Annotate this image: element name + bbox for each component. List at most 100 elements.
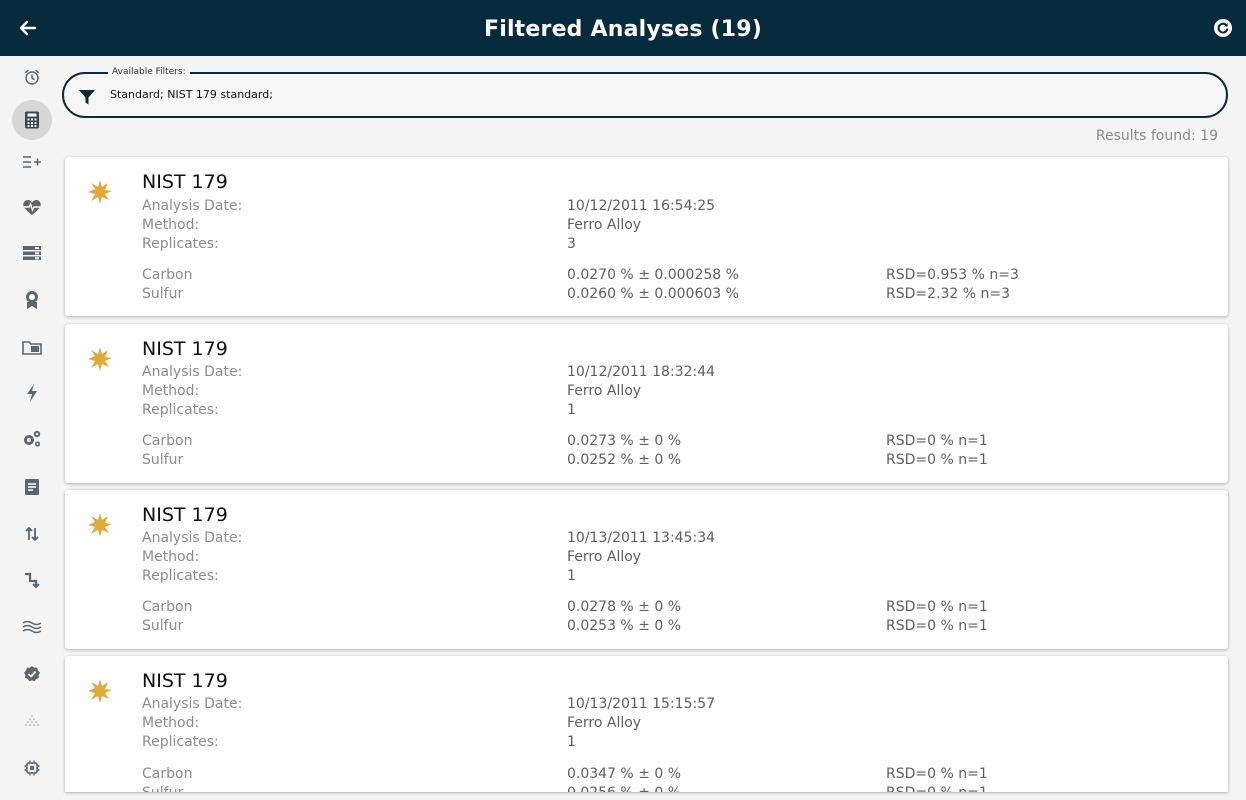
analysis-card[interactable]: NIST 179 Analysis Date: Method: Replicat… xyxy=(65,490,1228,649)
replicates-value: 1 xyxy=(567,402,576,418)
analysis-date-label: Analysis Date: xyxy=(142,696,243,712)
sidebar-item-server[interactable] xyxy=(12,234,52,272)
sidebar-item-award[interactable] xyxy=(12,281,52,319)
award-ribbon-icon xyxy=(26,291,38,309)
element-carbon-value: 0.0347 % ± 0 % xyxy=(567,766,682,782)
filter-value: Standard; NIST 179 standard; xyxy=(110,88,273,101)
standard-name: NIST 179 xyxy=(142,670,228,692)
refresh-button[interactable] xyxy=(1212,17,1234,39)
sidebar-item-transfer[interactable] xyxy=(12,515,52,553)
results-count: Results found: 19 xyxy=(1095,128,1218,144)
element-sulfur-value: 0.0253 % ± 0 % xyxy=(567,618,682,634)
sidebar-item-health[interactable] xyxy=(12,188,52,226)
element-carbon-rsd: RSD=0 % n=1 xyxy=(886,766,988,782)
sidebar-item-report[interactable] xyxy=(12,468,52,506)
analysis-date-value: 10/12/2011 16:54:25 xyxy=(567,198,716,214)
standard-name: NIST 179 xyxy=(142,171,228,193)
element-sulfur-label: Sulfur xyxy=(142,286,184,302)
analysis-card[interactable]: NIST 179 Analysis Date: Method: Replicat… xyxy=(65,324,1228,483)
element-carbon-label: Carbon xyxy=(142,433,193,449)
standard-star-icon xyxy=(88,679,112,703)
method-label: Method: xyxy=(142,383,200,399)
element-carbon-rsd: RSD=0 % n=1 xyxy=(886,599,988,615)
check-badge-icon xyxy=(24,666,40,682)
replicates-label: Replicates: xyxy=(142,568,219,584)
analysis-date-value: 10/12/2011 18:32:44 xyxy=(567,364,716,380)
heart-pulse-icon xyxy=(23,199,41,215)
element-sulfur-rsd: RSD=2.32 % n=3 xyxy=(886,286,1011,302)
standard-star-icon xyxy=(88,180,112,204)
filter-funnel-icon[interactable] xyxy=(78,88,96,106)
method-value: Ferro Alloy xyxy=(567,715,642,731)
replicates-value: 3 xyxy=(567,236,576,252)
gears-icon xyxy=(24,430,41,447)
analysis-date-label: Analysis Date: xyxy=(142,364,243,380)
dotted-triangle-icon xyxy=(25,715,39,726)
standard-name: NIST 179 xyxy=(142,504,228,526)
element-carbon-rsd: RSD=0 % n=1 xyxy=(886,433,988,449)
server-rack-icon xyxy=(23,246,41,260)
calculator-icon xyxy=(25,111,39,129)
sort-arrows-icon xyxy=(25,526,39,542)
analysis-date-label: Analysis Date: xyxy=(142,198,243,214)
sidebar-item-power[interactable] xyxy=(12,374,52,412)
element-carbon-rsd: RSD=0.953 % n=3 xyxy=(886,267,1019,283)
method-value: Ferro Alloy xyxy=(567,549,642,565)
element-sulfur-rsd: RSD=0 % n=1 xyxy=(886,452,988,468)
element-carbon-label: Carbon xyxy=(142,766,193,782)
method-label: Method: xyxy=(142,715,200,731)
document-icon xyxy=(25,479,39,495)
element-carbon-value: 0.0278 % ± 0 % xyxy=(567,599,682,615)
replicates-value: 1 xyxy=(567,734,576,750)
element-sulfur-rsd: RSD=0 % n=1 xyxy=(886,618,988,634)
analysis-card[interactable]: NIST 179 Analysis Date: Method: Replicat… xyxy=(65,656,1228,792)
analysis-date-value: 10/13/2011 15:15:57 xyxy=(567,696,716,712)
filter-field[interactable]: Available Filters: Standard; NIST 179 st… xyxy=(62,66,1228,118)
filter-legend: Available Filters: xyxy=(108,66,190,78)
list-add-icon xyxy=(23,156,41,168)
replicates-value: 1 xyxy=(567,568,576,584)
element-carbon-label: Carbon xyxy=(142,599,193,615)
sidebar-item-verified[interactable] xyxy=(12,655,52,693)
replicates-label: Replicates: xyxy=(142,402,219,418)
element-carbon-value: 0.0270 % ± 0.000258 % xyxy=(567,267,739,283)
element-sulfur-label: Sulfur xyxy=(142,452,184,468)
element-carbon-value: 0.0273 % ± 0 % xyxy=(567,433,682,449)
standard-name: NIST 179 xyxy=(142,338,228,360)
element-sulfur-value: 0.0256 % ± 0 % xyxy=(567,784,681,792)
method-value: Ferro Alloy xyxy=(567,217,642,233)
standard-star-icon xyxy=(88,347,112,371)
element-sulfur-label: Sulfur xyxy=(142,784,183,792)
element-sulfur-value: 0.0260 % ± 0.000603 % xyxy=(567,286,739,302)
sidebar-item-chip[interactable] xyxy=(12,749,52,787)
page-title: Filtered Analyses (19) xyxy=(483,17,763,42)
method-label: Method: xyxy=(142,549,200,565)
sidebar-item-alarm[interactable] xyxy=(12,58,52,96)
waves-icon xyxy=(22,620,42,634)
standard-star-icon xyxy=(88,513,112,537)
chip-icon xyxy=(24,760,40,776)
replicates-label: Replicates: xyxy=(142,734,219,750)
sidebar-item-folder[interactable] xyxy=(12,328,52,366)
analysis-date-label: Analysis Date: xyxy=(142,530,243,546)
element-carbon-label: Carbon xyxy=(142,267,193,283)
sidebar-item-list-add[interactable] xyxy=(12,143,52,181)
lightning-icon xyxy=(27,384,37,402)
sidebar-nav xyxy=(0,56,64,800)
folder-card-icon xyxy=(22,341,42,355)
sidebar-item-settings[interactable] xyxy=(12,420,52,458)
top-app-bar: Filtered Analyses (19) xyxy=(0,0,1246,56)
analysis-card[interactable]: NIST 179 Analysis Date: Method: Replicat… xyxy=(65,157,1228,316)
sidebar-item-waves[interactable] xyxy=(12,608,52,646)
element-sulfur-rsd: RSD=0 % n=1 xyxy=(886,784,988,792)
step-path-icon xyxy=(25,572,40,589)
sidebar-item-dots[interactable] xyxy=(12,702,52,740)
sidebar-item-steps[interactable] xyxy=(12,561,52,599)
replicates-label: Replicates: xyxy=(142,236,219,252)
analysis-date-value: 10/13/2011 13:45:34 xyxy=(567,530,716,546)
element-sulfur-label: Sulfur xyxy=(142,618,184,634)
alarm-clock-icon xyxy=(24,69,40,85)
element-sulfur-value: 0.0252 % ± 0 % xyxy=(567,452,682,468)
method-value: Ferro Alloy xyxy=(567,383,642,399)
sidebar-item-calculator[interactable] xyxy=(12,100,52,140)
